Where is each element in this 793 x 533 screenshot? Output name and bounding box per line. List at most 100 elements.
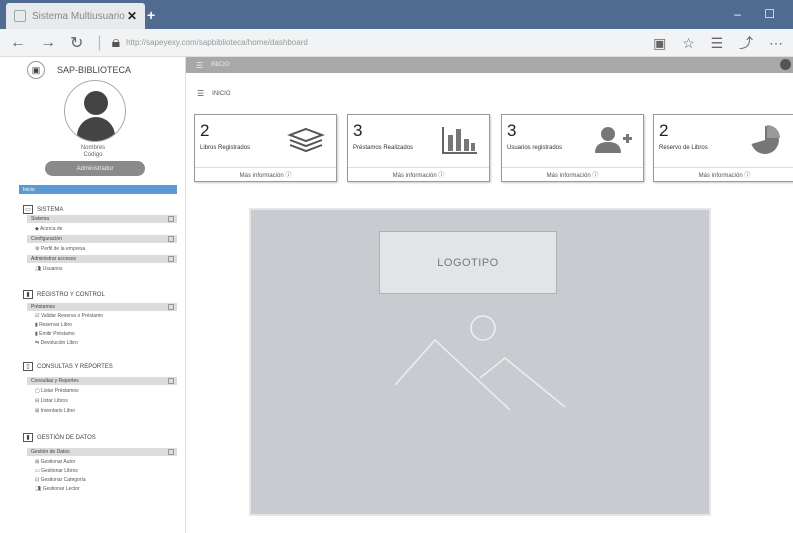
- brand: ▣ SAP-BIBLIOTECA: [27, 61, 131, 79]
- share-icon[interactable]: ⤴: [739, 35, 753, 51]
- database-icon: ▮: [23, 433, 33, 442]
- card-label: Reservo de Libros: [659, 145, 708, 151]
- group-label: Gestión de Datos: [31, 449, 70, 455]
- books-icon: [287, 127, 325, 153]
- image-icon: [394, 315, 566, 411]
- sidebar-item-validar[interactable]: ☑ Validar Reserva o Préstamo: [35, 313, 103, 319]
- sidebar: ▣ SAP-BIBLIOTECA Nombres Código Administ…: [0, 57, 186, 533]
- sidebar-item-listar-libros[interactable]: ⊟ Listar Libros: [35, 398, 68, 404]
- sidebar-item-lector[interactable]: 👥︎ Gestionar Lector: [35, 486, 80, 492]
- divider: |: [97, 33, 102, 51]
- card-label: Préstamos Realizados: [353, 145, 414, 151]
- page-icon: [14, 10, 26, 22]
- lock-icon: 🔒︎: [111, 33, 121, 51]
- report-icon: ▯: [23, 362, 33, 371]
- section-sistema: ▭ SISTEMA: [23, 205, 63, 214]
- group-label: Préstamos: [31, 304, 55, 310]
- close-tab-icon[interactable]: ✕: [127, 9, 137, 23]
- reading-view-icon[interactable]: ▣: [653, 35, 666, 51]
- expand-icon[interactable]: [168, 378, 174, 384]
- top-bar-title: INICIO: [211, 62, 230, 68]
- hub-icon[interactable]: ☰: [711, 35, 724, 51]
- sidebar-item-categoria[interactable]: ⊡ Gestionar Categoría: [35, 477, 86, 483]
- expand-icon[interactable]: [168, 236, 174, 242]
- sidebar-item-emitir[interactable]: ▮ Emitir Préstamo: [35, 331, 75, 337]
- avatar: [64, 80, 126, 142]
- sidebar-item-home[interactable]: Inicio: [19, 185, 177, 194]
- logo-placeholder: LOGOTIPO: [379, 231, 557, 294]
- group-accesos[interactable]: Administrar accesos: [27, 255, 177, 263]
- card-value: 2: [200, 121, 210, 140]
- more-info-link[interactable]: Más información ⓘ: [195, 167, 336, 179]
- tab-title: Sistema Multiusuario: [32, 10, 125, 22]
- sidebar-item-reservar[interactable]: ▮ Reservar Libro: [35, 322, 72, 328]
- sidebar-item-perfil[interactable]: ⚙ Perfil de la empresa: [35, 246, 85, 252]
- section-title: CONSULTAS Y REPORTES: [37, 363, 113, 370]
- card-reservas: 2 Reservo de Libros Más información ⓘ: [653, 114, 793, 182]
- group-gestion[interactable]: Gestión de Datos: [27, 448, 177, 456]
- top-bar: ☰ INICIO: [186, 57, 793, 73]
- more-icon[interactable]: ⋯: [769, 35, 783, 51]
- section-gestion: ▮ GESTIÓN DE DATOS: [23, 433, 96, 442]
- section-title: REGISTRO Y CONTROL: [37, 291, 105, 298]
- card-value: 3: [353, 121, 363, 140]
- monitor-icon: ▭: [23, 205, 33, 214]
- bar-chart-icon: [442, 127, 477, 154]
- brand-logo-icon: ▣: [27, 61, 45, 79]
- section-registro: ▮ REGISTRO Y CONTROL: [23, 290, 105, 299]
- brand-name: SAP-BIBLIOTECA: [57, 65, 132, 75]
- group-label: Sistema: [31, 216, 50, 222]
- sidebar-item-autor[interactable]: ⊞ Gestionar Autor: [35, 459, 75, 465]
- menu-icon[interactable]: ☰: [196, 61, 203, 70]
- more-info-link[interactable]: Más información ⓘ: [654, 167, 793, 179]
- group-sistema[interactable]: Sistema: [27, 215, 177, 223]
- sidebar-item-devolucion[interactable]: ⇆ Devolución Libro: [35, 340, 78, 346]
- card-label: Libros Registrados: [200, 145, 251, 151]
- expand-icon[interactable]: [168, 304, 174, 310]
- favorite-icon[interactable]: ☆: [682, 35, 695, 51]
- group-configuracion[interactable]: Configuración: [27, 235, 177, 243]
- avatar-body: [77, 117, 115, 141]
- group-prestamos[interactable]: Préstamos: [27, 303, 177, 311]
- refresh-icon[interactable]: ↻: [70, 33, 83, 53]
- breadcrumb-label: INICIO: [212, 90, 231, 97]
- sidebar-item-listar-prestamos[interactable]: ▢ Listar Préstamos: [35, 388, 79, 394]
- more-info-link[interactable]: Más información ⓘ: [502, 167, 643, 179]
- role-button[interactable]: Administrador: [45, 161, 145, 176]
- forward-icon[interactable]: →: [40, 34, 56, 52]
- browser-tab[interactable]: Sistema Multiusuario ✕: [6, 3, 145, 29]
- expand-icon[interactable]: [168, 449, 174, 455]
- section-title: GESTIÓN DE DATOS: [37, 434, 96, 441]
- add-user-icon: [595, 127, 632, 153]
- avatar-head: [84, 91, 108, 115]
- back-icon[interactable]: ←: [10, 34, 26, 52]
- card-prestamos: 3 Préstamos Realizados Más información ⓘ: [347, 114, 490, 182]
- card-value: 2: [659, 121, 669, 140]
- pie-chart-icon: [751, 125, 780, 154]
- user-name: Nombres: [80, 145, 106, 151]
- card-value: 3: [507, 121, 517, 140]
- more-info-link[interactable]: Más información ⓘ: [348, 167, 489, 179]
- expand-icon[interactable]: [168, 256, 174, 262]
- window-controls[interactable]: – ☐: [734, 7, 785, 21]
- sidebar-item-libros[interactable]: ▭ Gestionar Libros: [35, 468, 78, 474]
- user-icon[interactable]: [780, 59, 791, 70]
- sidebar-item-acerca[interactable]: ◆ Acerca de: [35, 226, 62, 232]
- sidebar-item-inventario[interactable]: ⊞ Inventario Libro: [35, 408, 75, 414]
- sidebar-item-usuarios[interactable]: 👥︎ Usuarios: [35, 266, 62, 272]
- breadcrumb: ☰ INICIO: [197, 89, 231, 98]
- expand-icon[interactable]: [168, 216, 174, 222]
- card-label: Usuarios registrados: [507, 145, 563, 151]
- address-bar: ← → ↻ | 🔒︎ http://sapeyexy.com/sapbiblio…: [0, 29, 793, 57]
- card-usuarios: 3 Usuarios registrados Más información ⓘ: [501, 114, 644, 182]
- new-tab-icon[interactable]: +: [147, 7, 155, 23]
- book-icon: ▮: [23, 290, 33, 299]
- group-consultas[interactable]: Consultas y Reportes: [27, 377, 177, 385]
- section-title: SISTEMA: [37, 206, 64, 213]
- group-label: Configuración: [31, 236, 62, 242]
- url-field[interactable]: http://sapeyexy.com/sapbiblioteca/home/d…: [126, 38, 641, 47]
- group-label: Consultas y Reportes: [31, 378, 79, 384]
- section-consultas: ▯ CONSULTAS Y REPORTES: [23, 362, 113, 371]
- browser-tab-bar: Sistema Multiusuario ✕ + – ☐: [0, 0, 793, 29]
- user-code: Código: [83, 152, 103, 158]
